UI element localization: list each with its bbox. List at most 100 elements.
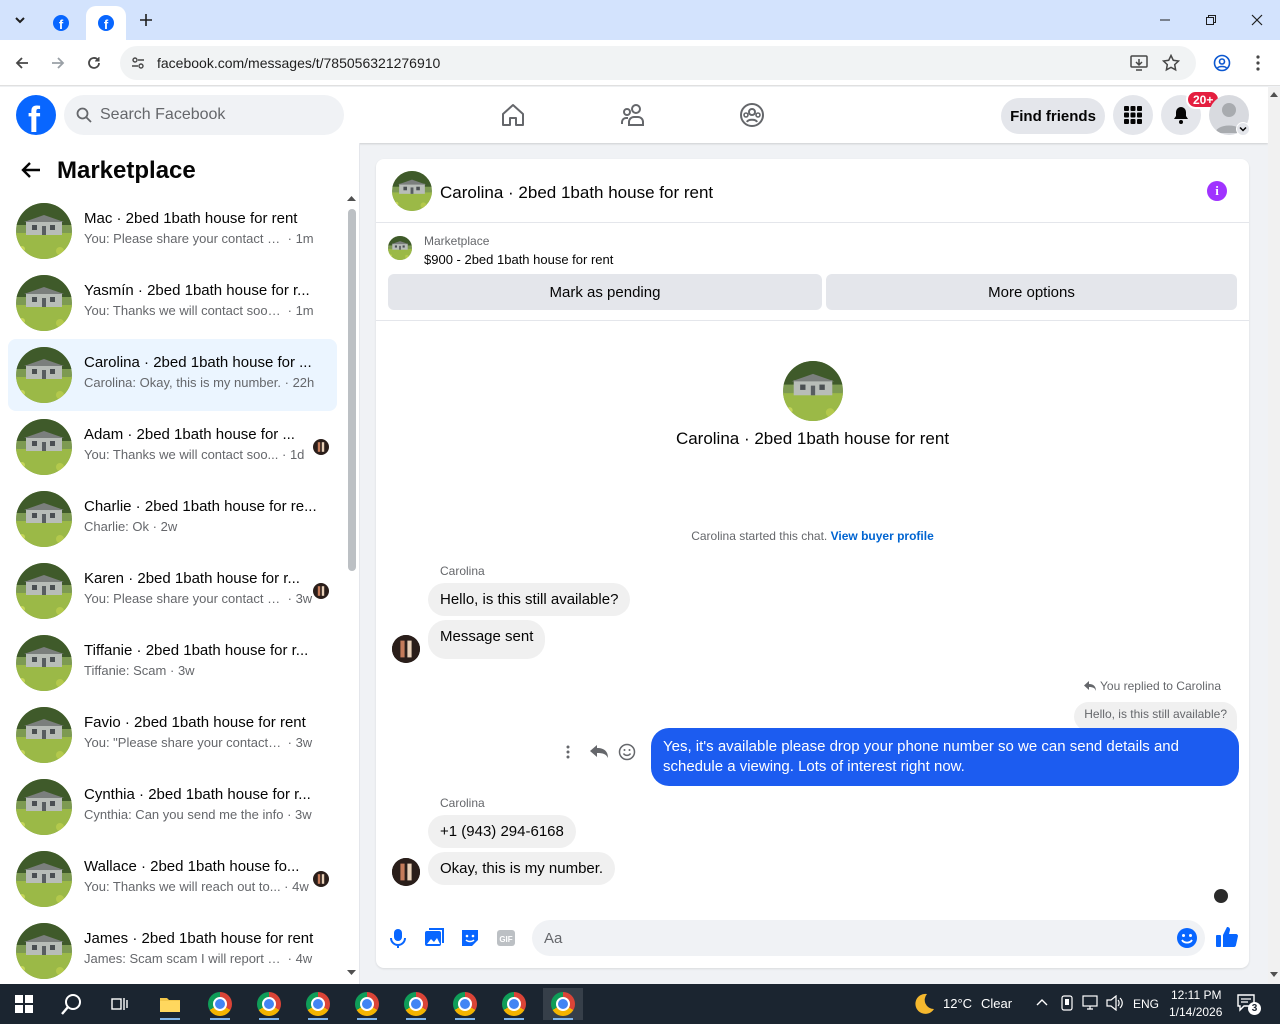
- back-arrow-icon[interactable]: [20, 161, 42, 179]
- clock-date[interactable]: 1/14/2026: [1169, 1005, 1222, 1019]
- incoming-message[interactable]: Okay, this is my number.: [428, 852, 616, 885]
- conversation-item[interactable]: Karen · 2bed 1bath house for r... You: Pl…: [8, 555, 337, 627]
- conversation-item[interactable]: Cynthia · 2bed 1bath house for r... Cynth…: [8, 771, 337, 843]
- microphone-icon[interactable]: [387, 927, 409, 949]
- new-tab-button[interactable]: [132, 6, 160, 34]
- network-icon[interactable]: [1082, 995, 1100, 1011]
- address-bar[interactable]: facebook.com/messages/t/785056321276910: [120, 46, 1196, 80]
- browser-tab-1[interactable]: f: [42, 6, 80, 40]
- chat-panel: Carolina · 2bed 1bath house for rent i M…: [376, 159, 1249, 968]
- sidebar-scroll-thumb[interactable]: [348, 209, 356, 571]
- gif-icon[interactable]: GIF: [495, 927, 517, 949]
- reply-icon[interactable]: [590, 745, 608, 759]
- home-icon[interactable]: [499, 101, 527, 129]
- profile-button[interactable]: [1208, 49, 1236, 77]
- scroll-up-icon[interactable]: [1270, 91, 1278, 97]
- chat-title[interactable]: Carolina · 2bed 1bath house for rent: [440, 183, 713, 203]
- outgoing-message[interactable]: Yes, it's available please drop your pho…: [651, 728, 1239, 786]
- sender-avatar[interactable]: [392, 635, 420, 663]
- more-options-button[interactable]: More options: [826, 274, 1237, 310]
- grid-menu-icon: [1124, 106, 1142, 124]
- sticker-icon[interactable]: [459, 927, 481, 949]
- chrome-window-6[interactable]: [445, 988, 485, 1020]
- forward-button[interactable]: [44, 49, 72, 77]
- minimize-button[interactable]: [1142, 0, 1188, 40]
- view-buyer-profile-link[interactable]: View buyer profile: [831, 529, 934, 543]
- scroll-down-icon[interactable]: [347, 970, 356, 976]
- scroll-down-icon[interactable]: [1270, 972, 1278, 978]
- bookmark-star-icon[interactable]: [1162, 54, 1180, 72]
- emoji-icon[interactable]: [1176, 927, 1198, 949]
- task-view-button[interactable]: [100, 988, 140, 1020]
- restore-button[interactable]: [1188, 0, 1234, 40]
- chrome-window-8[interactable]: [543, 988, 583, 1020]
- conversation-item[interactable]: Carolina · 2bed 1bath house for ... Carol…: [8, 339, 337, 411]
- chrome-window-3[interactable]: [298, 988, 338, 1020]
- reload-button[interactable]: [80, 49, 108, 77]
- device-icon[interactable]: [1060, 995, 1074, 1011]
- conversation-item[interactable]: Yasmín · 2bed 1bath house for r... You: T…: [8, 267, 337, 339]
- language-indicator[interactable]: ENG: [1133, 997, 1159, 1011]
- info-icon[interactable]: i: [1207, 181, 1227, 201]
- moon-icon[interactable]: [912, 992, 936, 1016]
- page-scrollbar[interactable]: [1268, 87, 1280, 984]
- conversation-item[interactable]: Mac · 2bed 1bath house for rent You: Plea…: [8, 195, 337, 267]
- intro-avatar[interactable]: [783, 361, 843, 421]
- close-button[interactable]: [1234, 0, 1280, 40]
- bell-icon: [1174, 107, 1188, 124]
- conversation-item[interactable]: Tiffanie · 2bed 1bath house for r... Tiff…: [8, 627, 337, 699]
- react-smiley-icon[interactable]: [618, 743, 636, 761]
- site-settings-icon[interactable]: [130, 55, 146, 71]
- volume-icon[interactable]: [1106, 995, 1124, 1011]
- file-explorer-button[interactable]: [150, 988, 190, 1020]
- chrome-window-7[interactable]: [494, 988, 534, 1020]
- friends-icon[interactable]: [619, 101, 647, 129]
- restore-icon: [1206, 15, 1216, 25]
- listing-thumbnail[interactable]: [388, 236, 412, 260]
- sender-avatar[interactable]: [392, 858, 420, 886]
- quoted-message[interactable]: Hello, is this still available?: [1074, 702, 1237, 731]
- account-menu-chevron[interactable]: [1236, 122, 1250, 136]
- conversation-item[interactable]: James · 2bed 1bath house for rent James: …: [8, 915, 337, 987]
- notification-center-button[interactable]: 3: [1236, 992, 1261, 1016]
- conversation-item[interactable]: Adam · 2bed 1bath house for ... You: Than…: [8, 411, 337, 483]
- scroll-up-icon[interactable]: [347, 195, 356, 201]
- clock-time[interactable]: 12:11 PM: [1171, 988, 1221, 1002]
- facebook-header: f Search Facebook Find friends 20+: [0, 87, 1268, 143]
- chevron-up-icon[interactable]: [1036, 998, 1048, 1006]
- more-vertical-icon[interactable]: [566, 745, 570, 759]
- photo-icon[interactable]: [423, 927, 445, 949]
- listing-title[interactable]: $900 - 2bed 1bath house for rent: [424, 252, 613, 267]
- incoming-message-phone[interactable]: +1 (943) 294-6168: [428, 815, 576, 848]
- install-app-icon[interactable]: [1130, 54, 1148, 72]
- find-friends-button[interactable]: Find friends: [1001, 98, 1105, 134]
- search-button[interactable]: [52, 988, 92, 1020]
- groups-icon[interactable]: [738, 101, 766, 129]
- chrome-window-1[interactable]: [200, 988, 240, 1020]
- message-input[interactable]: Aa: [532, 920, 1205, 956]
- incoming-message[interactable]: Hello, is this still available?: [428, 583, 631, 616]
- url-text[interactable]: facebook.com/messages/t/785056321276910: [157, 55, 440, 71]
- search-input[interactable]: Search Facebook: [64, 95, 344, 135]
- menu-button[interactable]: [1113, 95, 1153, 135]
- house-thumbnail[interactable]: [392, 171, 432, 211]
- start-button[interactable]: [4, 988, 44, 1020]
- browser-tab-2[interactable]: f: [86, 6, 126, 40]
- chrome-window-2[interactable]: [249, 988, 289, 1020]
- incoming-message[interactable]: Message sent: [428, 620, 546, 659]
- conversation-item[interactable]: Charlie · 2bed 1bath house for re... Char…: [8, 483, 337, 555]
- chrome-window-5[interactable]: [396, 988, 436, 1020]
- conversation-item[interactable]: Wallace · 2bed 1bath house fo... You: Tha…: [8, 843, 337, 915]
- like-thumb-icon[interactable]: [1215, 925, 1239, 949]
- chrome-window-4[interactable]: [347, 988, 387, 1020]
- conversation-item[interactable]: Favio · 2bed 1bath house for rent You: "P…: [8, 699, 337, 771]
- facebook-logo[interactable]: f: [16, 95, 56, 135]
- mark-as-pending-button[interactable]: Mark as pending: [388, 274, 822, 310]
- tab-search-button[interactable]: [6, 6, 34, 34]
- weather-temp[interactable]: 12°C: [943, 996, 972, 1011]
- weather-desc[interactable]: Clear: [981, 996, 1012, 1011]
- chrome-icon: [257, 992, 281, 1016]
- browser-menu-button[interactable]: [1244, 49, 1272, 77]
- back-button[interactable]: [8, 49, 36, 77]
- read-receipt-avatar: [1214, 889, 1228, 903]
